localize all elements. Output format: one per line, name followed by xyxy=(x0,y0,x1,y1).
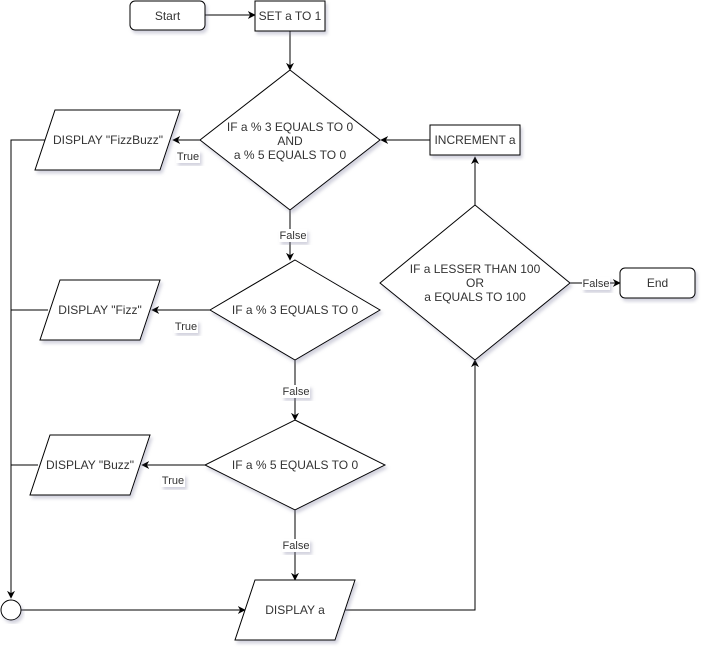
edge-label-buzz-false: False xyxy=(282,539,310,552)
check-fizzbuzz-line-2: AND xyxy=(277,134,303,148)
edge-label-buzz-true: True xyxy=(161,474,185,487)
check-buzz-node[interactable]: IF a % 5 EQUALS TO 0 xyxy=(203,419,387,511)
check-fizzbuzz-line-3: a % 5 EQUALS TO 0 xyxy=(234,148,347,162)
check-loop-line-3: a EQUALS TO 100 xyxy=(424,290,526,304)
true-label: True xyxy=(175,321,197,333)
check-fizzbuzz-line-1: IF a % 3 EQUALS TO 0 xyxy=(227,120,354,134)
check-buzz-label: IF a % 5 EQUALS TO 0 xyxy=(232,458,359,472)
display-fizzbuzz-node[interactable]: DISPLAY "FizzBuzz" xyxy=(34,109,181,171)
end-label: End xyxy=(647,276,668,290)
display-buzz-label: DISPLAY "Buzz" xyxy=(46,458,134,472)
set-a-label: SET a TO 1 xyxy=(259,9,322,23)
display-fizzbuzz-label: DISPLAY "FizzBuzz" xyxy=(53,133,163,147)
flowchart-canvas: Start SET a TO 1 IF a % 3 EQUALS TO 0 AN… xyxy=(0,0,696,641)
check-loop-line-1: IF a LESSER THAN 100 xyxy=(410,262,541,276)
edge-label-fizzbuzz-false: False xyxy=(279,229,307,242)
false-label: False xyxy=(283,386,310,398)
display-a-node[interactable]: DISPLAY a xyxy=(234,579,356,641)
true-label: True xyxy=(162,475,184,487)
merge-node[interactable] xyxy=(0,599,22,621)
false-label: False xyxy=(583,278,610,290)
display-a-label: DISPLAY a xyxy=(265,603,325,617)
check-loop-node[interactable]: IF a LESSER THAN 100 OR a EQUALS TO 100 xyxy=(379,204,571,361)
check-fizzbuzz-node[interactable]: IF a % 3 EQUALS TO 0 AND a % 5 EQUALS TO… xyxy=(199,69,381,211)
check-fizz-node[interactable]: IF a % 3 EQUALS TO 0 xyxy=(209,259,381,361)
edge-display-fizzbuzz-to-merge xyxy=(7,139,48,599)
true-label: True xyxy=(177,151,199,163)
edge-label-loop-false: False xyxy=(582,277,610,290)
start-node[interactable]: Start xyxy=(129,0,206,31)
end-node[interactable]: End xyxy=(619,267,696,299)
increment-a-node[interactable]: INCREMENT a xyxy=(429,124,521,156)
display-buzz-node[interactable]: DISPLAY "Buzz" xyxy=(29,434,151,496)
edge-label-fizzbuzz-true: True xyxy=(176,150,200,163)
start-label: Start xyxy=(155,9,181,23)
check-fizz-label: IF a % 3 EQUALS TO 0 xyxy=(232,303,359,317)
edge-display-a-to-check-loop xyxy=(345,359,479,611)
false-label: False xyxy=(283,540,310,552)
increment-a-label: INCREMENT a xyxy=(434,133,515,147)
edge-label-fizz-true: True xyxy=(174,320,198,333)
display-fizz-node[interactable]: DISPLAY "Fizz" xyxy=(39,279,161,341)
set-a-node[interactable]: SET a TO 1 xyxy=(254,0,326,32)
false-label: False xyxy=(280,230,307,242)
check-loop-line-2: OR xyxy=(466,276,484,290)
edge-label-fizz-false: False xyxy=(282,385,310,398)
display-fizz-label: DISPLAY "Fizz" xyxy=(58,303,141,317)
